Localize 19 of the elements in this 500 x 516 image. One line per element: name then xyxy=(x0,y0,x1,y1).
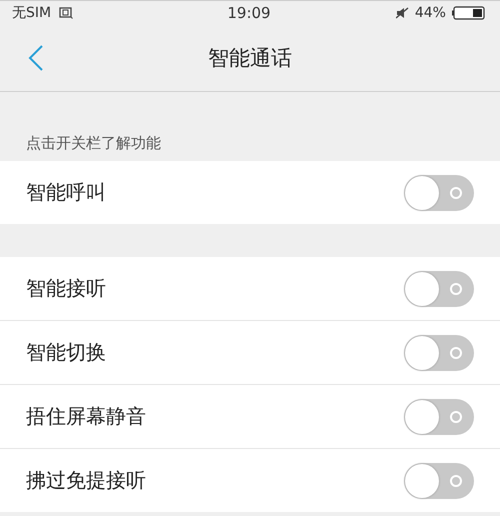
setting-label: 智能呼叫 xyxy=(26,179,106,206)
muted-speaker-icon xyxy=(396,7,409,19)
toggle-switch[interactable] xyxy=(404,462,474,498)
setting-label: 智能接听 xyxy=(26,275,106,302)
toggle-switch[interactable] xyxy=(404,398,474,434)
toggle-switch[interactable] xyxy=(404,270,474,306)
clock-text: 19:09 xyxy=(227,4,271,22)
page-title: 智能通话 xyxy=(208,45,292,72)
setting-label: 捂住屏幕静音 xyxy=(26,403,146,430)
sim-card-icon xyxy=(59,7,74,19)
toggle-switch[interactable] xyxy=(404,174,474,210)
setting-label: 智能切换 xyxy=(26,339,106,366)
toggle-switch[interactable] xyxy=(404,334,474,370)
battery-percent-text: 44% xyxy=(414,5,446,21)
carrier-text: 无SIM xyxy=(12,4,52,22)
section-header: 点击开关栏了解功能 xyxy=(25,133,162,154)
back-button[interactable] xyxy=(28,44,44,72)
setting-label: 拂过免提接听 xyxy=(26,467,146,494)
battery-icon xyxy=(452,6,486,20)
